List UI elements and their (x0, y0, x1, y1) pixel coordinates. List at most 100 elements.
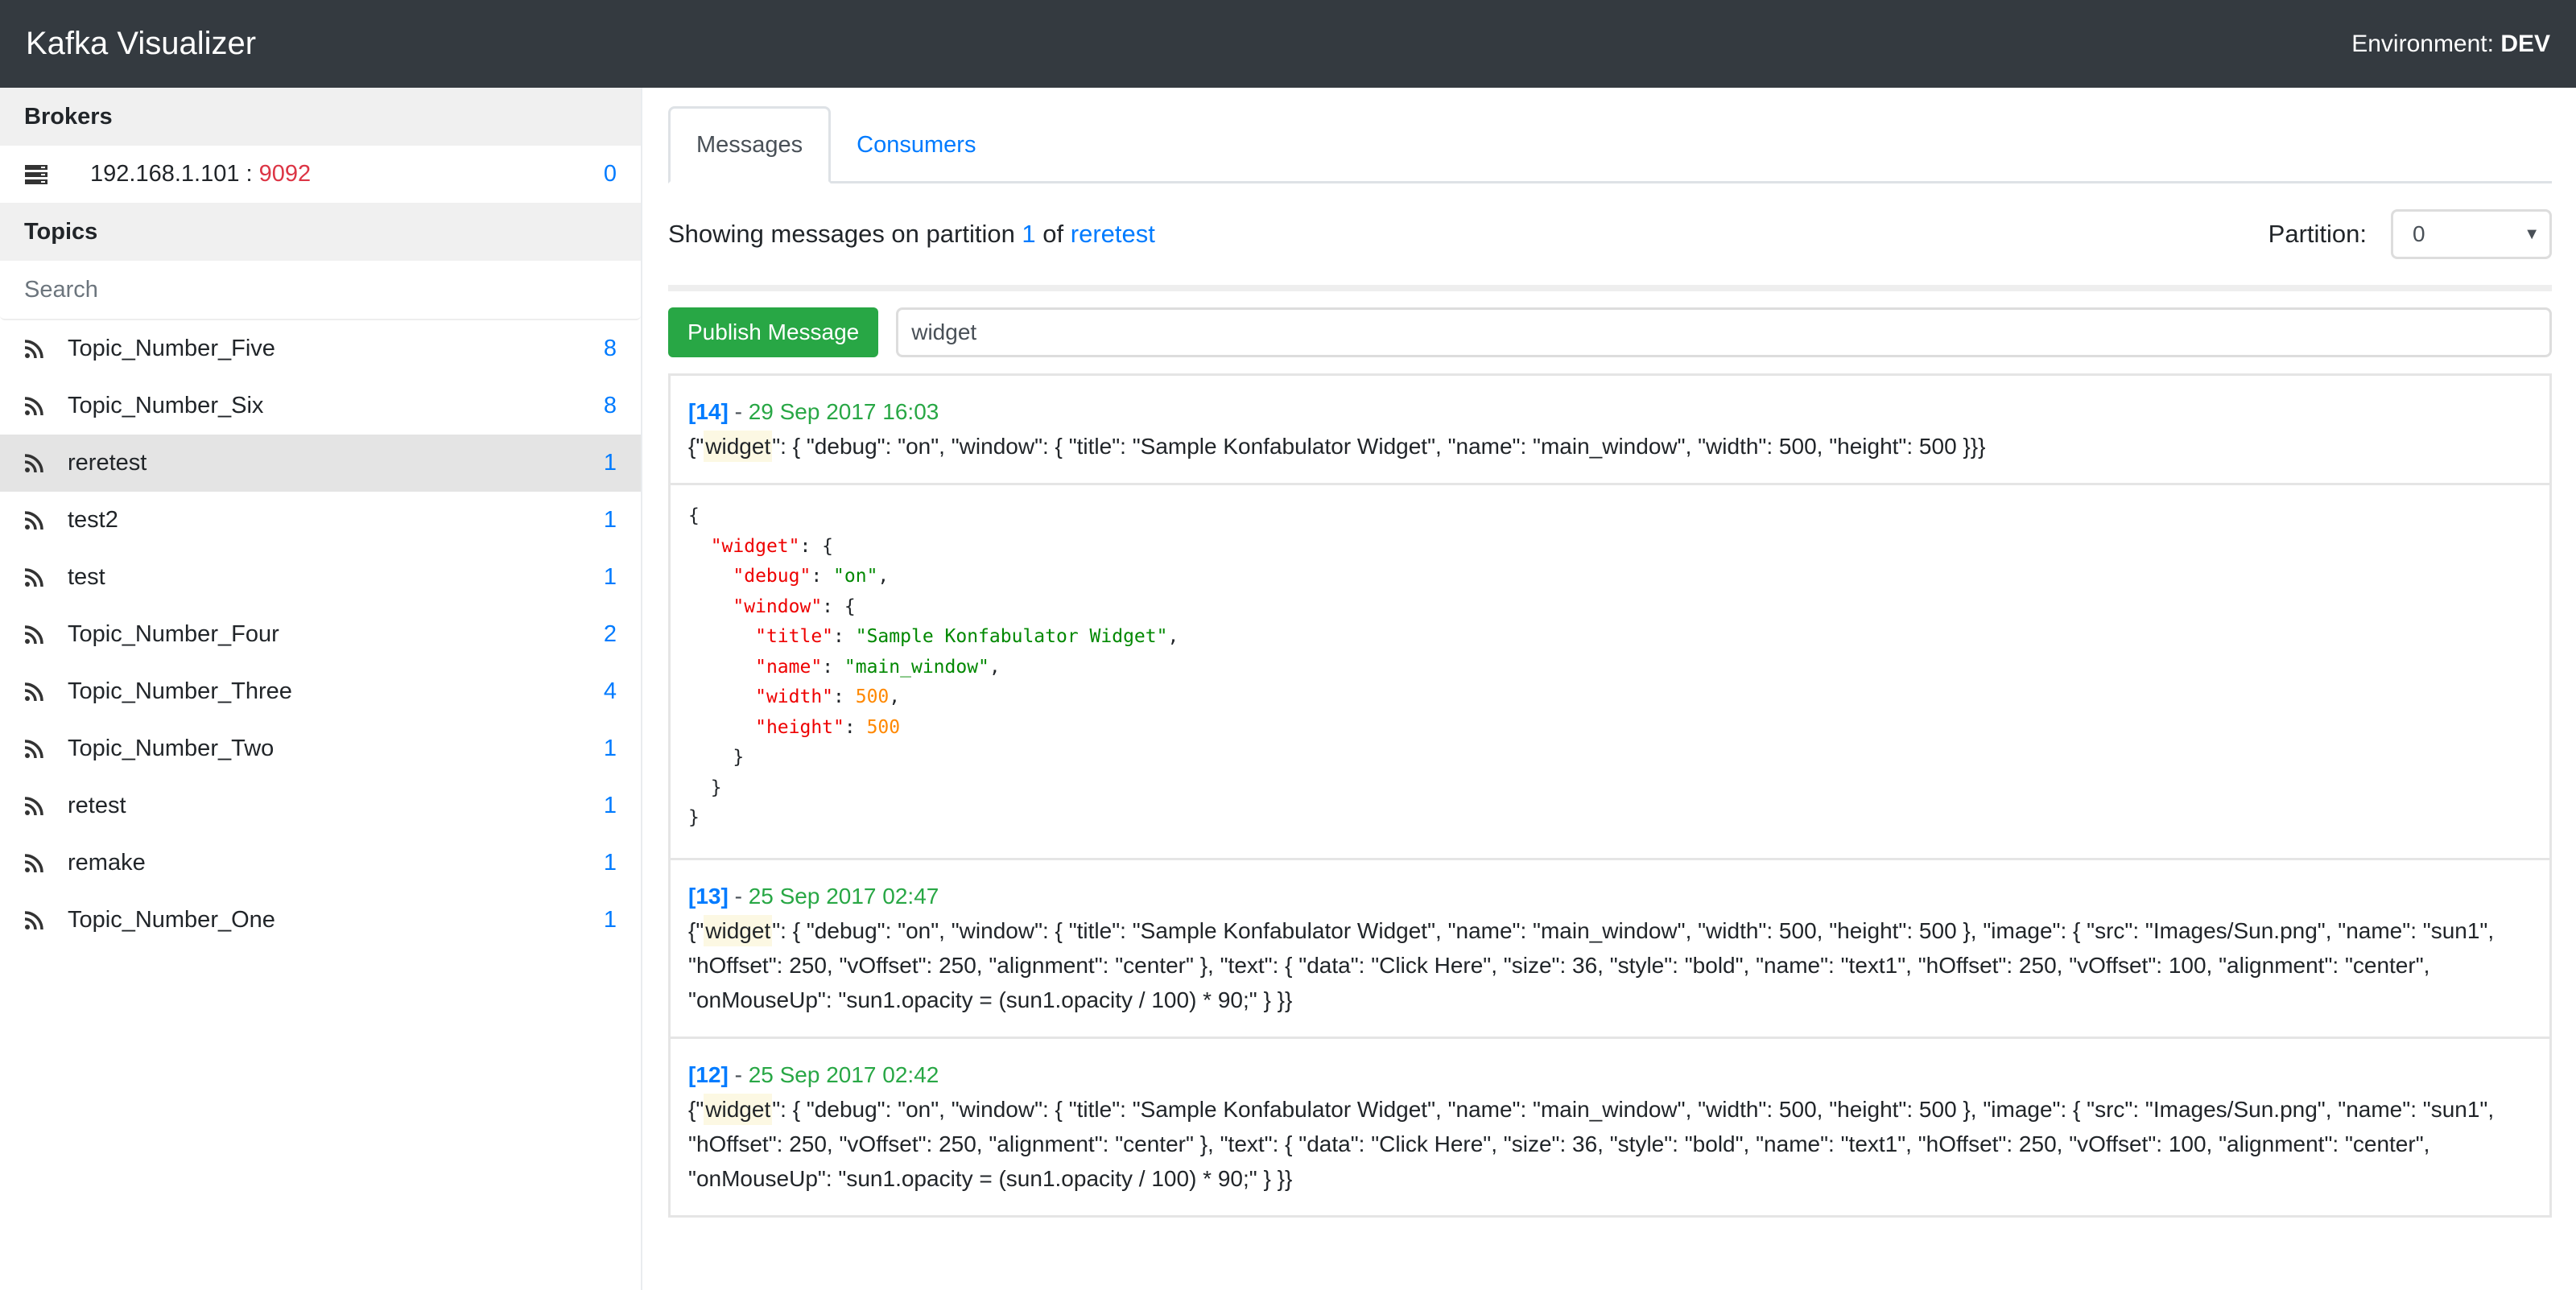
message-timestamp: 25 Sep 2017 02:47 (748, 883, 939, 909)
message-body-prefix: {" (688, 917, 704, 943)
partition-select[interactable]: 0 ▼ (2391, 209, 2552, 259)
broker-port: 9092 (258, 161, 312, 187)
search-highlight: widget (704, 431, 773, 462)
message-item[interactable]: [13] - 25 Sep 2017 02:47 {"widget": { "de… (671, 860, 2549, 1039)
json-key: "widget" (710, 535, 800, 557)
message-body: {"widget": { "debug": "on", "window": { … (688, 429, 2532, 464)
expanded-json-view: { "widget": { "debug": "on", "window": {… (671, 485, 2549, 860)
rss-icon (24, 452, 48, 475)
partition-picker: Partition: 0 ▼ (2268, 209, 2552, 259)
publish-message-button[interactable]: Publish Message (668, 307, 879, 357)
message-separator: - (728, 1061, 749, 1087)
message-timestamp: 25 Sep 2017 02:42 (748, 1061, 939, 1087)
topic-item[interactable]: Topic_Number_Five 8 (0, 320, 641, 377)
json-punct: { (688, 505, 700, 526)
topic-partition-count: 1 (603, 450, 617, 476)
json-key: "name" (755, 656, 823, 678)
json-punct (688, 686, 755, 707)
json-punct: , (1167, 626, 1179, 647)
json-punct (688, 566, 733, 587)
topic-partition-count: 1 (603, 793, 617, 818)
message-body: {"widget": { "debug": "on", "window": { … (688, 1092, 2532, 1196)
broker-item[interactable]: 192.168.1.101 : 9092 0 (0, 146, 641, 203)
message-header: [12] - 25 Sep 2017 02:42 (688, 1058, 2532, 1092)
tab-messages[interactable]: Messages (668, 106, 832, 183)
sidebar: Brokers 192.168.1.101 : 90920 Topics Top… (0, 88, 642, 1290)
topic-item[interactable]: retest 1 (0, 777, 641, 835)
json-punct (688, 657, 755, 678)
message-body: {"widget": { "debug": "on", "window": { … (688, 913, 2532, 1017)
topic-item[interactable]: Topic_Number_Four 2 (0, 606, 641, 663)
json-punct: : (822, 656, 844, 678)
topic-name: test2 (68, 507, 118, 533)
json-key: "title" (755, 626, 834, 647)
message-body-text: ": { "debug": "on", "window": { "title":… (688, 1096, 2495, 1191)
info-topic-link[interactable]: reretest (1071, 220, 1155, 248)
topic-item[interactable]: Topic_Number_One 1 (0, 892, 641, 949)
json-string: "Sample Konfabulator Widget" (855, 626, 1168, 647)
message-body-text: ": { "debug": "on", "window": { "title":… (772, 434, 1986, 459)
search-highlight: widget (704, 1093, 773, 1125)
message-header: [14] - 29 Sep 2017 16:03 (688, 395, 2532, 429)
json-punct (688, 626, 755, 647)
message-offset[interactable]: [12] (688, 1062, 729, 1087)
json-punct: : { (822, 596, 856, 617)
server-icon (24, 163, 48, 186)
search-highlight: widget (704, 914, 773, 946)
partition-select-value: 0 (2413, 221, 2425, 246)
tab-bar: Messages Consumers (668, 104, 2552, 183)
topic-item[interactable]: Topic_Number_Six 8 (0, 377, 641, 435)
json-punct: , (989, 656, 1001, 678)
environment-indicator: Environment: DEV (2351, 31, 2550, 58)
message-body-text: ": { "debug": "on", "window": { "title":… (688, 917, 2495, 1012)
topic-partition-count: 1 (603, 850, 617, 876)
topic-partition-count: 2 (603, 621, 617, 647)
topic-name: remake (68, 850, 146, 876)
broker-count: 0 (603, 161, 617, 187)
info-partition-link[interactable]: 1 (1022, 220, 1035, 248)
json-string: "main_window" (844, 656, 989, 678)
topic-item[interactable]: Topic_Number_Three 4 (0, 663, 641, 720)
json-punct: } (688, 777, 722, 798)
info-prefix: Showing messages on partition (668, 220, 1022, 248)
json-punct (688, 717, 755, 738)
rss-icon (24, 624, 48, 646)
message-item[interactable]: [12] - 25 Sep 2017 02:42 {"widget": { "de… (671, 1039, 2549, 1218)
message-offset[interactable]: [13] (688, 884, 729, 909)
topic-item[interactable]: Topic_Number_Two 1 (0, 720, 641, 777)
message-header: [13] - 25 Sep 2017 02:47 (688, 880, 2532, 913)
topic-item[interactable]: test2 1 (0, 492, 641, 549)
tab-consumers[interactable]: Consumers (831, 106, 1001, 183)
topic-name: test (68, 564, 105, 590)
topics-header: Topics (0, 203, 641, 261)
topic-name: Topic_Number_Three (68, 678, 292, 704)
broker-separator: : (239, 161, 259, 187)
rss-icon (24, 567, 48, 589)
topic-item[interactable]: remake 1 (0, 835, 641, 892)
brokers-list: 192.168.1.101 : 9092 0 (0, 146, 641, 203)
app-brand[interactable]: Kafka Visualizer (26, 26, 256, 62)
message-separator: - (728, 883, 749, 909)
json-punct: : { (799, 535, 834, 557)
topic-search-input[interactable] (0, 261, 641, 319)
broker-host: 192.168.1.101 (90, 161, 240, 187)
main-content: Messages Consumers Showing messages on pa… (642, 88, 2576, 1290)
info-middle: of (1035, 220, 1071, 248)
message-item[interactable]: [14] - 29 Sep 2017 16:03 {"widget": { "de… (671, 376, 2549, 485)
json-punct: , (877, 566, 890, 587)
rss-icon (24, 795, 48, 818)
rss-icon (24, 852, 48, 875)
topic-item[interactable]: reretest 1 (0, 435, 641, 492)
topic-name: Topic_Number_One (68, 907, 275, 933)
json-key: "height" (755, 716, 844, 738)
message-offset[interactable]: [14] (688, 399, 729, 424)
partition-info: Showing messages on partition 1 of reret… (668, 220, 1155, 249)
topic-partition-count: 1 (603, 564, 617, 590)
message-filter-input[interactable] (896, 307, 2552, 357)
publish-row: Publish Message (668, 307, 2552, 357)
topic-partition-count: 8 (603, 336, 617, 361)
topic-item[interactable]: test 1 (0, 549, 641, 606)
message-body-prefix: {" (688, 434, 704, 459)
message-body-prefix: {" (688, 1096, 704, 1122)
topic-name: Topic_Number_Five (68, 336, 275, 361)
